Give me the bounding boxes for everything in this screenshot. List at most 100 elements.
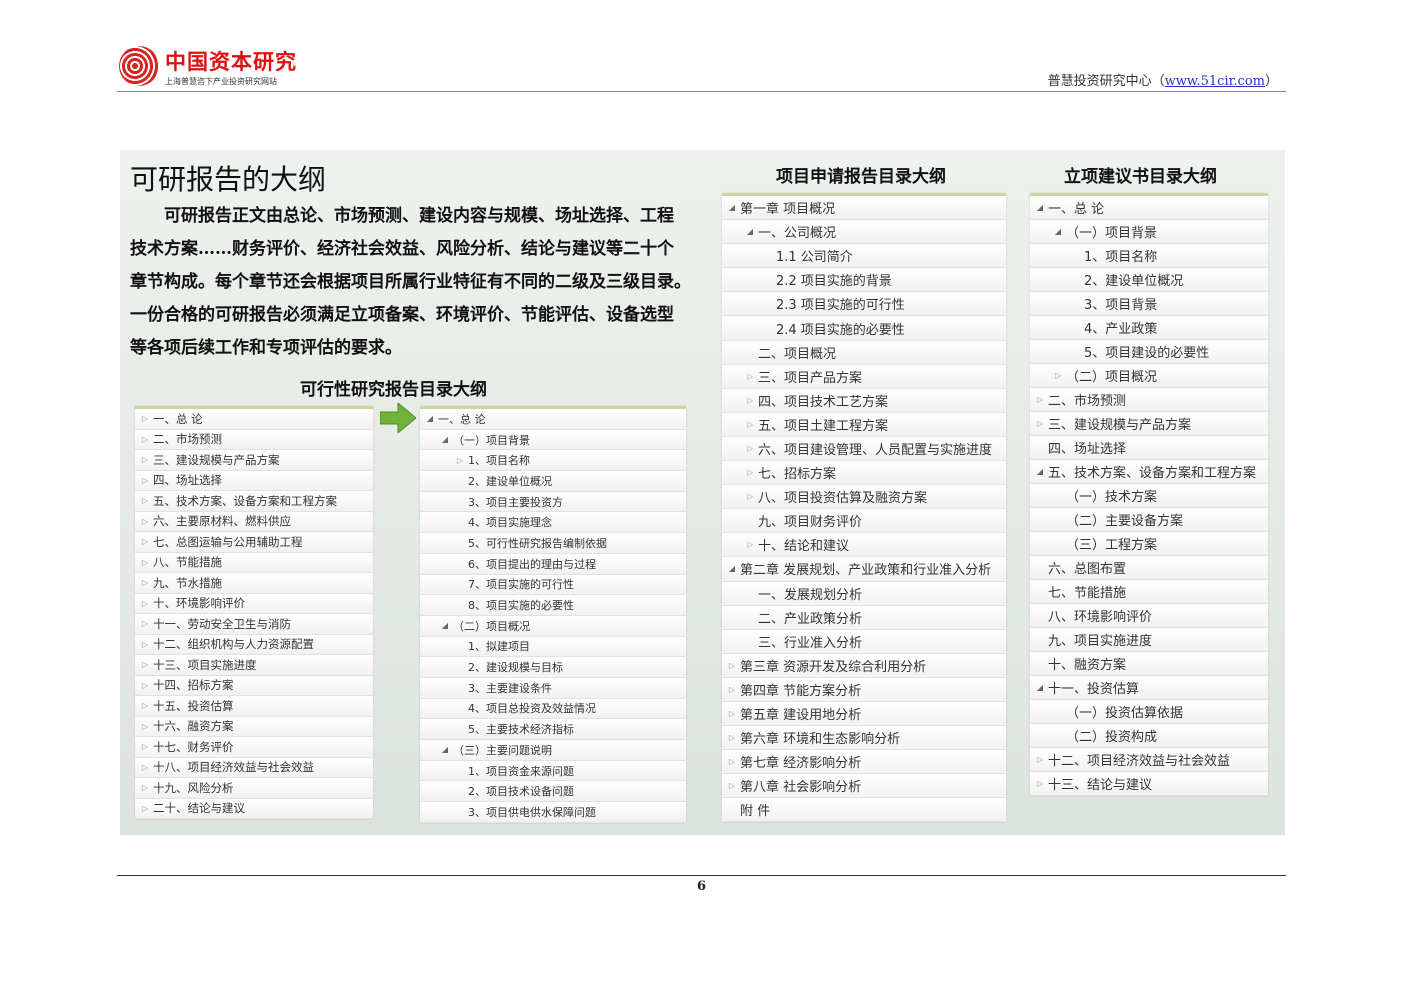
tree-item[interactable]: 二、产业政策分析 <box>722 605 1006 630</box>
collapsed-caret-icon[interactable]: ▷ <box>140 578 150 587</box>
tree-item[interactable]: 二、项目概况 <box>722 340 1006 365</box>
collapsed-caret-icon[interactable]: ▷ <box>727 781 737 790</box>
tree-item[interactable]: ◢ 一、公司概况 <box>722 220 1006 245</box>
tree-item[interactable]: 1、项目名称 <box>1030 244 1268 268</box>
collapsed-caret-icon[interactable]: ▷ <box>140 599 150 608</box>
tree-item[interactable]: ◢ （二）项目概况 <box>420 615 686 637</box>
tree-item[interactable]: ▷ 十二、项目经济效益与社会效益 <box>1030 748 1268 772</box>
collapsed-caret-icon[interactable]: ▷ <box>1035 395 1045 404</box>
tree-item[interactable]: ◢ （一）项目背景 <box>1030 220 1268 244</box>
collapsed-caret-icon[interactable]: ▷ <box>745 420 755 429</box>
tree-item[interactable]: 3、主要建设条件 <box>420 677 686 699</box>
tree-item[interactable]: ◢ （一）项目背景 <box>420 429 686 451</box>
tree-item[interactable]: ▷ 七、招标方案 <box>722 461 1006 486</box>
tree-item[interactable]: （一）投资估算依据 <box>1030 700 1268 724</box>
collapsed-caret-icon[interactable]: ▷ <box>140 783 150 792</box>
tree-item[interactable]: ▷ （二）项目概况 <box>1030 364 1268 388</box>
tree-item[interactable]: ◢ 一、总 论 <box>420 409 686 430</box>
tree-item[interactable]: 六、总图布置 <box>1030 556 1268 580</box>
tree-item[interactable]: 1、拟建项目 <box>420 636 686 658</box>
tree-item[interactable]: 2、建设单位概况 <box>420 471 686 492</box>
collapsed-caret-icon[interactable]: ▷ <box>727 733 737 742</box>
tree-item[interactable]: （三）工程方案 <box>1030 532 1268 556</box>
collapsed-caret-icon[interactable]: ▷ <box>140 681 150 690</box>
tree-item[interactable]: ▷ 四、项目技术工艺方案 <box>722 388 1006 413</box>
tree-item[interactable]: 2.2 项目实施的背景 <box>722 268 1006 293</box>
tree-item[interactable]: ◢ 第二章 发展规划、产业政策和行业准入分析 <box>722 557 1006 582</box>
tree-item[interactable]: 2.4 项目实施的必要性 <box>722 316 1006 341</box>
expanded-caret-icon[interactable]: ◢ <box>440 435 450 444</box>
expanded-caret-icon[interactable]: ◢ <box>440 621 450 630</box>
tree-item[interactable]: ▷ 十七、财务评价 <box>135 737 373 758</box>
tree-item[interactable]: 2、建设单位概况 <box>1030 268 1268 292</box>
tree-item[interactable]: ▷ 十、结论和建议 <box>722 533 1006 558</box>
expanded-caret-icon[interactable]: ◢ <box>745 227 755 236</box>
tree-item[interactable]: ▷ 十三、项目实施进度 <box>135 655 373 676</box>
tree-item[interactable]: ▷ 第八章 社会影响分析 <box>722 774 1006 799</box>
collapsed-caret-icon[interactable]: ▷ <box>745 372 755 381</box>
tree-item[interactable]: ◢ 一、总 论 <box>1030 196 1268 220</box>
collapsed-caret-icon[interactable]: ▷ <box>727 757 737 766</box>
tree-item[interactable]: 2、项目技术设备问题 <box>420 781 686 803</box>
org-website-link[interactable]: www.51cir.com <box>1165 74 1265 89</box>
tree-item[interactable]: ◢ 第一章 项目概况 <box>722 196 1006 221</box>
tree-item[interactable]: ▷ 十二、组织机构与人力资源配置 <box>135 634 373 655</box>
expanded-caret-icon[interactable]: ◢ <box>440 745 450 754</box>
tree-item[interactable]: ▷ 六、主要原材料、燃料供应 <box>135 511 373 532</box>
tree-item[interactable]: 4、项目实施理念 <box>420 512 686 534</box>
collapsed-caret-icon[interactable]: ▷ <box>140 558 150 567</box>
expanded-caret-icon[interactable]: ◢ <box>727 203 737 212</box>
tree-item[interactable]: ▷ 三、建设规模与产品方案 <box>135 450 373 471</box>
collapsed-caret-icon[interactable]: ▷ <box>140 476 150 485</box>
tree-item[interactable]: ▷ 一、总 论 <box>135 409 373 430</box>
tree-item[interactable]: ▷ 五、技术方案、设备方案和工程方案 <box>135 491 373 512</box>
tree-item[interactable]: （二）投资构成 <box>1030 724 1268 748</box>
collapsed-caret-icon[interactable]: ▷ <box>140 496 150 505</box>
tree-item[interactable]: ▷ 十九、风险分析 <box>135 778 373 799</box>
collapsed-caret-icon[interactable]: ▷ <box>140 722 150 731</box>
tree-item[interactable]: 八、环境影响评价 <box>1030 604 1268 628</box>
collapsed-caret-icon[interactable]: ▷ <box>140 701 150 710</box>
expanded-caret-icon[interactable]: ◢ <box>425 414 435 423</box>
collapsed-caret-icon[interactable]: ▷ <box>140 435 150 444</box>
tree-item[interactable]: ▷ 十一、劳动安全卫生与消防 <box>135 614 373 635</box>
collapsed-caret-icon[interactable]: ▷ <box>1035 755 1045 764</box>
collapsed-caret-icon[interactable]: ▷ <box>1035 779 1045 788</box>
tree-item[interactable]: ▷ 十四、招标方案 <box>135 675 373 696</box>
collapsed-caret-icon[interactable]: ▷ <box>727 685 737 694</box>
tree-item[interactable]: ▷ 十、环境影响评价 <box>135 593 373 614</box>
tree-item[interactable]: ▷ 第六章 环境和生态影响分析 <box>722 726 1006 751</box>
tree-item[interactable]: ▷ 四、场址选择 <box>135 470 373 491</box>
tree-item[interactable]: 4、项目总投资及效益情况 <box>420 698 686 720</box>
expanded-caret-icon[interactable]: ◢ <box>1035 467 1045 476</box>
tree-item[interactable]: ▷ 第三章 资源开发及综合利用分析 <box>722 653 1006 678</box>
tree-item[interactable]: ▷ 1、项目名称 <box>420 450 686 472</box>
collapsed-caret-icon[interactable]: ▷ <box>727 709 737 718</box>
tree-item[interactable]: 2、建设规模与目标 <box>420 657 686 678</box>
expanded-caret-icon[interactable]: ◢ <box>1053 227 1063 236</box>
tree-item[interactable]: 九、项目财务评价 <box>722 509 1006 534</box>
collapsed-caret-icon[interactable]: ▷ <box>745 396 755 405</box>
tree-item[interactable]: 4、产业政策 <box>1030 316 1268 340</box>
collapsed-caret-icon[interactable]: ▷ <box>1053 371 1063 380</box>
collapsed-caret-icon[interactable]: ▷ <box>140 619 150 628</box>
collapsed-caret-icon[interactable]: ▷ <box>745 444 755 453</box>
tree-item[interactable]: 附 件 <box>722 798 1006 823</box>
tree-item[interactable]: ▷ 十三、结论与建议 <box>1030 772 1268 796</box>
tree-item[interactable]: 2.3 项目实施的可行性 <box>722 292 1006 317</box>
tree-item[interactable]: ▷ 第五章 建设用地分析 <box>722 701 1006 727</box>
collapsed-caret-icon[interactable]: ▷ <box>140 640 150 649</box>
collapsed-caret-icon[interactable]: ▷ <box>140 804 150 813</box>
tree-item[interactable]: （一）技术方案 <box>1030 484 1268 508</box>
collapsed-caret-icon[interactable]: ▷ <box>140 742 150 751</box>
collapsed-caret-icon[interactable]: ▷ <box>455 456 465 465</box>
tree-item[interactable]: 一、发展规划分析 <box>722 581 1006 606</box>
collapsed-caret-icon[interactable]: ▷ <box>140 517 150 526</box>
tree-item[interactable]: ◢ 五、技术方案、设备方案和工程方案 <box>1030 460 1268 484</box>
tree-item[interactable]: （二）主要设备方案 <box>1030 508 1268 532</box>
collapsed-caret-icon[interactable]: ▷ <box>745 540 755 549</box>
tree-item[interactable]: 3、项目供电供水保障问题 <box>420 802 686 823</box>
tree-item[interactable]: ▷ 十六、融资方案 <box>135 716 373 737</box>
collapsed-caret-icon[interactable]: ▷ <box>745 468 755 477</box>
collapsed-caret-icon[interactable]: ▷ <box>140 414 150 423</box>
